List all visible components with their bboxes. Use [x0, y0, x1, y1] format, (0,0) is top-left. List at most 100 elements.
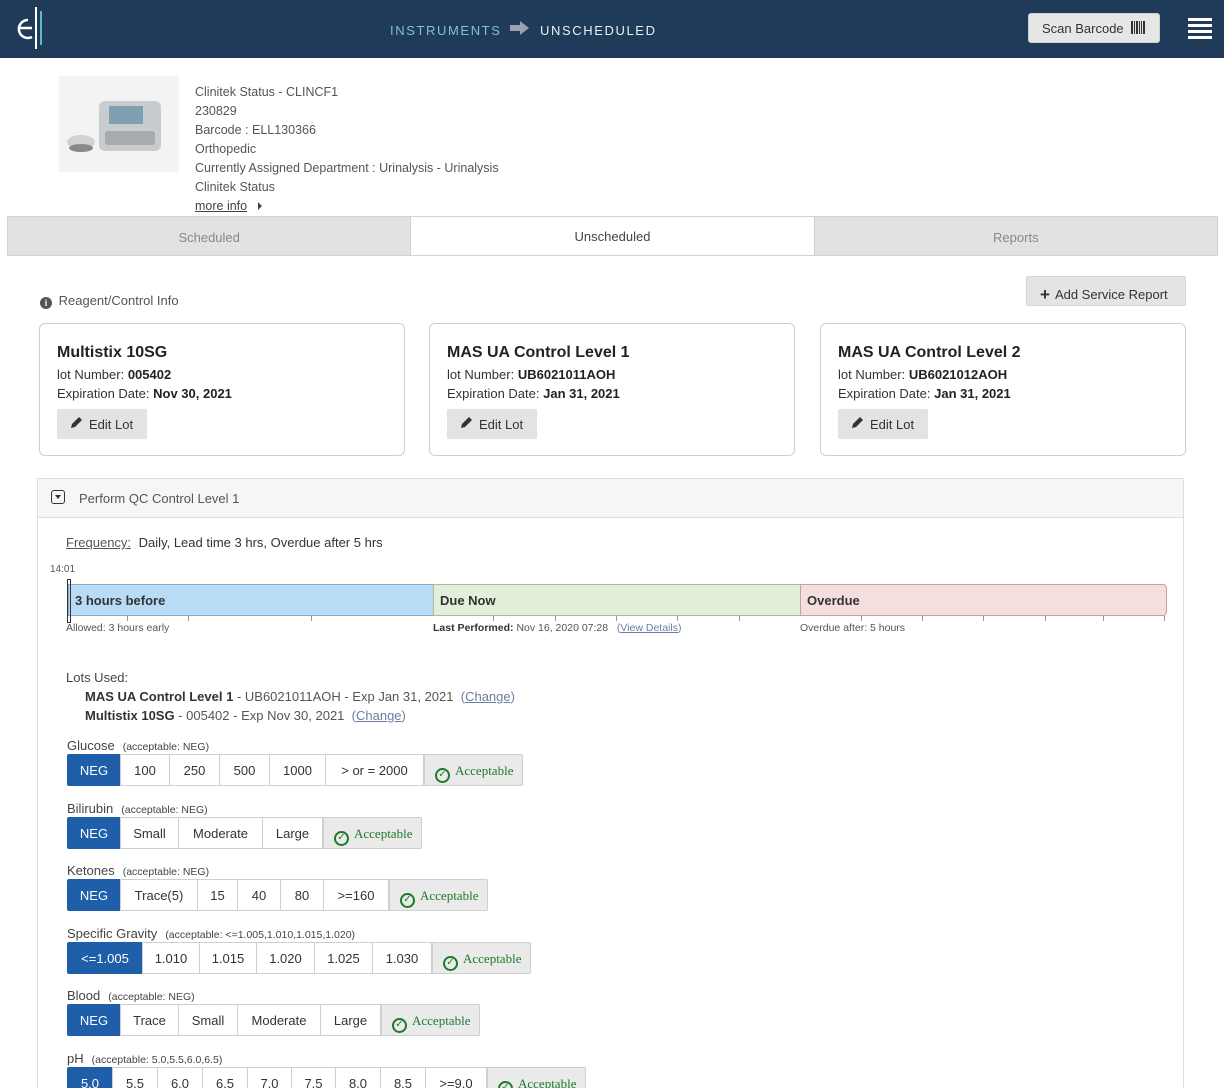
frequency-label: Frequency: [66, 535, 132, 550]
option-button[interactable]: 1.010 [142, 942, 200, 974]
tab-scheduled[interactable]: Scheduled [8, 217, 412, 255]
caret-right-icon [257, 202, 262, 210]
hamburger-menu-icon[interactable] [1188, 18, 1212, 40]
lot-number-label: lot Number: [838, 367, 906, 382]
option-button[interactable]: Moderate [178, 817, 263, 849]
add-service-report-button[interactable]: + Add Service Report [1026, 276, 1186, 306]
option-button[interactable]: <=1.005 [67, 942, 143, 974]
option-button[interactable]: 1.030 [372, 942, 432, 974]
breadcrumb-instruments-link[interactable]: INSTRUMENTS [390, 23, 502, 38]
analyte-label-ketones: Ketones (acceptable: NEG) [67, 863, 209, 878]
scan-barcode-button[interactable]: Scan Barcode [1028, 13, 1160, 43]
result-options-bilirubin: NEG Small Moderate Large ✓ Acceptable [67, 817, 422, 849]
instrument-name: Clinitek Status - CLINCF1 [195, 85, 339, 99]
tab-unscheduled[interactable]: Unscheduled [411, 217, 815, 255]
edit-lot-button[interactable]: Edit Lot [838, 409, 928, 439]
lot-used-detail: - 005402 - Exp Nov 30, 2021 [174, 708, 345, 723]
option-button[interactable]: Large [320, 1004, 381, 1036]
option-button[interactable]: 500 [219, 754, 270, 786]
timeline-segment-due: Due Now [433, 584, 801, 616]
option-button[interactable]: 7.5 [291, 1067, 336, 1088]
option-button[interactable]: 8.5 [380, 1067, 426, 1088]
edit-lot-label: Edit Lot [479, 417, 524, 432]
option-button[interactable]: NEG [67, 817, 121, 849]
analyte-label-bilirubin: Bilirubin (acceptable: NEG) [67, 801, 208, 816]
acceptable-badge: ✓ Acceptable [432, 942, 531, 974]
expiration-label: Expiration Date: [838, 386, 931, 401]
option-button[interactable]: Small [120, 817, 179, 849]
result-options-glucose: NEG 100 250 500 1000 > or = 2000 ✓ Accept… [67, 754, 523, 786]
instrument-department: Currently Assigned Department : Urinalys… [195, 161, 499, 175]
tab-reports[interactable]: Reports [814, 217, 1217, 255]
option-button[interactable]: 250 [169, 754, 220, 786]
option-button[interactable]: Large [262, 817, 323, 849]
option-button[interactable]: Trace [120, 1004, 179, 1036]
view-details-link[interactable]: View Details [620, 622, 678, 634]
option-button[interactable]: 6.5 [202, 1067, 248, 1088]
plus-icon: + [1040, 285, 1050, 304]
qc-panel-title: Perform QC Control Level 1 [79, 491, 240, 506]
acceptable-range: (acceptable: <=1.005,1.010,1.015,1.020) [165, 929, 356, 941]
lot-number: 005402 [127, 367, 172, 382]
option-button[interactable]: 80 [280, 879, 324, 911]
app-logo[interactable] [8, 5, 48, 51]
acceptable-badge: ✓ Acceptable [487, 1067, 586, 1088]
lot-card: MAS UA Control Level 2 lot Number: UB602… [820, 323, 1186, 456]
lot-number-label: lot Number: [57, 367, 125, 382]
lot-number: UB6021011AOH [517, 367, 616, 382]
overdue-note: Overdue after: 5 hours [800, 622, 906, 634]
qc-panel-header[interactable]: Perform QC Control Level 1 [38, 479, 1183, 518]
option-button[interactable]: NEG [67, 879, 121, 911]
option-button[interactable]: NEG [67, 1004, 121, 1036]
option-button[interactable]: Small [178, 1004, 238, 1036]
analyte-name: Bilirubin [67, 801, 114, 816]
pencil-icon [71, 417, 82, 428]
analyte-label-blood: Blood (acceptable: NEG) [67, 988, 195, 1003]
option-button[interactable]: 6.0 [157, 1067, 203, 1088]
option-button[interactable]: 7.0 [247, 1067, 292, 1088]
top-navigation-bar: INSTRUMENTS UNSCHEDULED Scan Barcode [0, 0, 1224, 58]
option-button[interactable]: 15 [197, 879, 238, 911]
option-button[interactable]: Moderate [237, 1004, 321, 1036]
change-lot-link[interactable]: Change [356, 708, 402, 723]
frequency-value: Daily, Lead time 3 hrs, Overdue after 5 … [138, 535, 383, 550]
result-options-ph: 5.0 5.5 6.0 6.5 7.0 7.5 8.0 8.5 >=9.0 ✓ A… [67, 1067, 586, 1088]
option-button[interactable]: >=160 [323, 879, 389, 911]
option-button[interactable]: 1.020 [256, 942, 315, 974]
option-button[interactable]: 1.025 [314, 942, 373, 974]
collapse-toggle-icon[interactable] [51, 490, 65, 504]
breadcrumb: INSTRUMENTS UNSCHEDULED [390, 21, 655, 38]
acceptable-badge: ✓ Acceptable [389, 879, 488, 911]
change-lot-link[interactable]: Change [465, 689, 511, 704]
acceptable-badge: ✓ Acceptable [381, 1004, 480, 1036]
pencil-icon [461, 417, 472, 428]
option-button[interactable]: Trace(5) [120, 879, 198, 911]
check-circle-icon: ✓ [443, 956, 458, 971]
option-button[interactable]: > or = 2000 [325, 754, 424, 786]
option-button[interactable]: 40 [237, 879, 281, 911]
acceptable-range: (acceptable: NEG) [122, 741, 210, 753]
option-button[interactable]: 1000 [269, 754, 326, 786]
option-button[interactable]: 8.0 [335, 1067, 381, 1088]
barcode-icon [1131, 21, 1145, 34]
analyte-name: Blood [67, 988, 101, 1003]
option-button[interactable]: 100 [120, 754, 170, 786]
view-tabs: Scheduled Unscheduled Reports [7, 216, 1218, 256]
result-options-blood: NEG Trace Small Moderate Large ✓ Acceptab… [67, 1004, 480, 1036]
scan-barcode-label: Scan Barcode [1042, 21, 1124, 36]
acceptable-range: (acceptable: NEG) [121, 804, 208, 816]
option-button[interactable]: NEG [67, 754, 121, 786]
edit-lot-button[interactable]: Edit Lot [57, 409, 147, 439]
lot-number: UB6021012AOH [908, 367, 1008, 382]
expiration-date: Nov 30, 2021 [153, 386, 232, 401]
acceptable-range: (acceptable: NEG) [108, 991, 195, 1003]
option-button[interactable]: 5.0 [67, 1067, 113, 1088]
option-button[interactable]: 5.5 [112, 1067, 158, 1088]
edit-lot-label: Edit Lot [89, 417, 134, 432]
edit-lot-button[interactable]: Edit Lot [447, 409, 537, 439]
reagent-control-info[interactable]: i Reagent/Control Info [40, 293, 179, 309]
check-circle-icon: ✓ [498, 1081, 513, 1088]
option-button[interactable]: >=9.0 [425, 1067, 487, 1088]
option-button[interactable]: 1.015 [199, 942, 257, 974]
more-info-link[interactable]: more info [195, 197, 499, 216]
